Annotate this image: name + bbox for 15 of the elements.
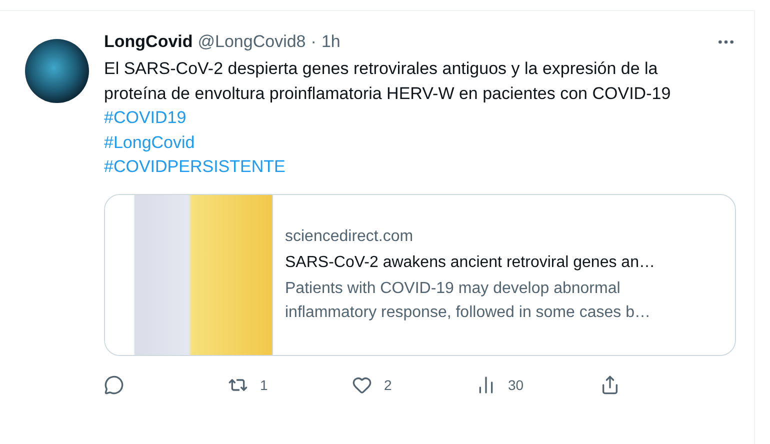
author-name[interactable]: LongCovid — [104, 32, 193, 52]
author-handle[interactable]: @LongCovid8 — [198, 32, 306, 52]
tweet-text: El SARS-CoV-2 despierta genes retrovirales antiguos y la expresión de la proteína de envoltura proinflamatoria HERV-W en pacientes con COVID-19 — [104, 58, 672, 104]
link-title: SARS-CoV-2 awakens ancient retroviral genes an… — [285, 252, 656, 272]
views-button[interactable]: 30 — [476, 370, 600, 400]
like-button[interactable]: 2 — [352, 370, 476, 400]
heart-icon — [352, 374, 372, 394]
speech-bubble-icon — [104, 374, 124, 394]
share-icon — [600, 374, 620, 394]
link-domain: sciencedirect.com — [285, 226, 414, 246]
link-preview-card[interactable]: sciencedirect.com SARS-CoV-2 awakens ancient retroviral genes an… Patients with COVID-19 may develop abnormal inflammatory response, followed in some cases b… — [104, 194, 736, 356]
separator: · — [310, 32, 316, 52]
link-description: Patients with COVID-19 may develop abnormal inflammatory response, followed in some cases b… — [285, 278, 652, 322]
retweet-button[interactable]: 1 — [228, 370, 352, 400]
post-time[interactable]: 1h — [321, 32, 340, 52]
